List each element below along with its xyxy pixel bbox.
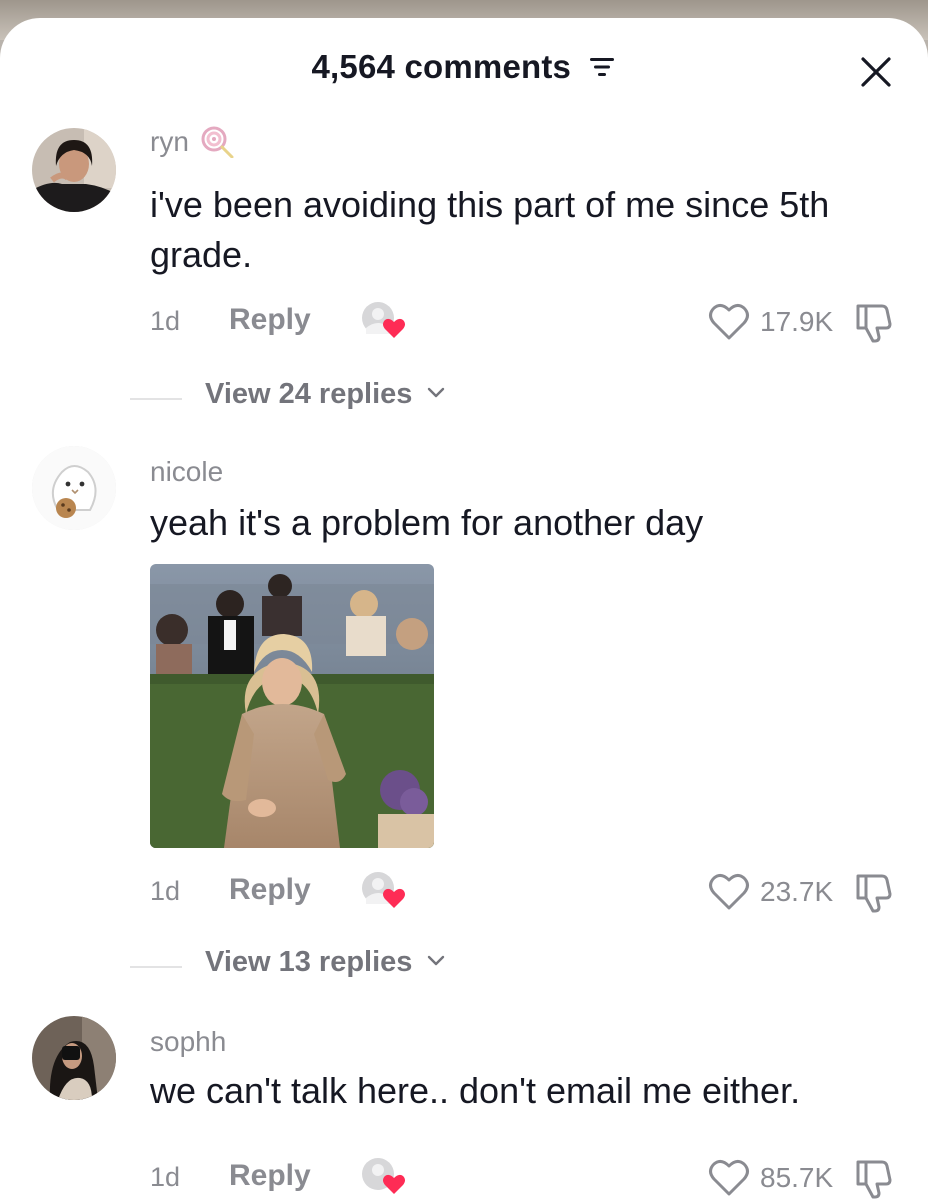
dislike-icon[interactable] [852, 1156, 896, 1200]
reply-button[interactable]: Reply [229, 873, 311, 907]
comment-username[interactable]: ryn [150, 126, 235, 159]
dislike-icon[interactable] [852, 300, 896, 344]
filter-icon[interactable] [588, 55, 616, 79]
reply-button[interactable]: Reply [229, 303, 311, 337]
like-count: 23.7K [760, 876, 834, 907]
view-replies-button[interactable]: View 24 replies [205, 378, 445, 411]
comment-text: i've been avoiding this part of me since… [150, 184, 830, 275]
dislike-icon[interactable] [852, 870, 896, 914]
heart-outline-icon [709, 873, 749, 910]
like-count: 85.7K [760, 1162, 834, 1193]
avatar[interactable] [32, 128, 116, 212]
comment-username[interactable]: nicole [150, 456, 223, 488]
close-icon[interactable] [858, 54, 894, 90]
heart-outline-icon [709, 1159, 749, 1196]
like-button[interactable]: 85.7K [708, 1158, 838, 1198]
comment-item: nicole yeah it's a problem for another d… [0, 438, 928, 978]
divider [130, 966, 182, 968]
comments-sheet: 4,564 comments ryn i've been avoiding th… [0, 18, 928, 1200]
comment-username[interactable]: sophh [150, 1026, 226, 1058]
like-count: 17.9K [760, 306, 834, 337]
heart-outline-icon [709, 303, 749, 340]
comment-text: we can't talk here.. don't email me eith… [150, 1070, 801, 1111]
lollipop-icon [201, 126, 234, 159]
like-button[interactable]: 17.9K [708, 302, 838, 342]
avatar[interactable] [32, 1016, 116, 1100]
comment-item: sophh we can't talk here.. don't email m… [0, 1008, 928, 1200]
comments-header: 4,564 comments [0, 18, 928, 122]
comment-item: ryn i've been avoiding this part of me s… [0, 122, 928, 422]
creator-liked-icon [362, 872, 405, 908]
comments-count-title: 4,564 comments [0, 48, 928, 86]
view-replies-button[interactable]: View 13 replies [205, 946, 445, 979]
comment-text: yeah it's a problem for another day [150, 502, 704, 543]
reply-image[interactable] [150, 564, 434, 848]
chevron-down-icon [427, 388, 444, 398]
divider [130, 398, 182, 400]
comments-count-label: 4,564 comments [311, 48, 572, 85]
chevron-down-icon [427, 956, 444, 966]
comment-time: 1d [150, 1162, 181, 1192]
like-button[interactable]: 23.7K [708, 872, 838, 912]
comment-time: 1d [150, 876, 181, 906]
avatar[interactable] [32, 446, 116, 530]
creator-liked-icon [362, 1158, 405, 1194]
creator-liked-icon [362, 302, 405, 338]
reply-button[interactable]: Reply [229, 1159, 311, 1193]
comment-time: 1d [150, 306, 181, 336]
